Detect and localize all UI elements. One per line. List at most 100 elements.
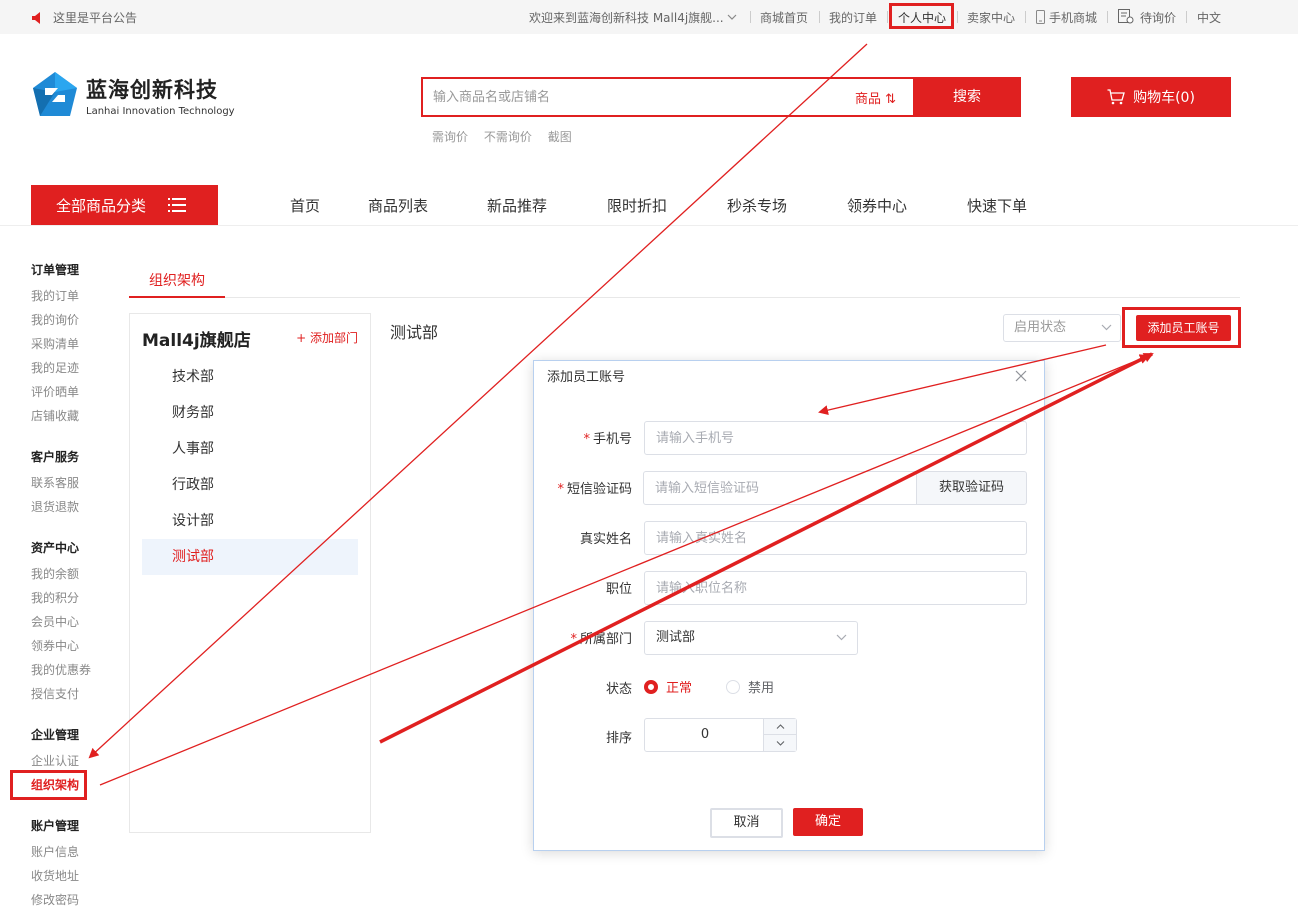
toplink-mobile-mall[interactable]: 手机商城	[1049, 9, 1097, 26]
add-department-button[interactable]: + 添加部门	[296, 329, 358, 346]
phone-input[interactable]	[644, 421, 1027, 455]
cart-icon	[1107, 89, 1125, 105]
position-input[interactable]	[644, 571, 1027, 605]
search-input[interactable]	[423, 79, 843, 115]
close-icon[interactable]	[1014, 369, 1028, 383]
toplink-language[interactable]: 中文	[1197, 9, 1221, 26]
sidebar-item-reviews[interactable]: 评价晒单	[31, 383, 79, 400]
brand-name-cn: 蓝海创新科技	[86, 77, 218, 102]
toplink-mall-home[interactable]: 商城首页	[760, 9, 808, 26]
department-panel: Mall4j旗舰店 + 添加部门 技术部 财务部 人事部 行政部 设计部 测试部	[129, 313, 371, 833]
nav-limited-discount[interactable]: 限时折扣	[607, 195, 667, 216]
divider	[0, 225, 1298, 226]
department-select-value: 测试部	[656, 630, 696, 645]
sidebar-item-points[interactable]: 我的积分	[31, 589, 79, 606]
page-root: 这里是平台公告 欢迎来到蓝海创新科技 Mall4j旗舰... 商城首页 我的订单…	[0, 0, 1298, 911]
cart-button[interactable]: 购物车(0)	[1071, 77, 1231, 117]
tab-org-structure[interactable]: 组织架构	[149, 270, 205, 290]
hot-word[interactable]: 需询价	[432, 130, 468, 144]
status-label: 状态	[605, 682, 632, 697]
sidebar-item-coupon-center[interactable]: 领券中心	[31, 637, 79, 654]
nav-home[interactable]: 首页	[290, 195, 320, 216]
cancel-button[interactable]: 取消	[710, 808, 783, 838]
tab-underline	[129, 296, 225, 298]
toplink-pending-inquiry[interactable]: 待询价	[1140, 9, 1176, 26]
toplink-my-orders[interactable]: 我的订单	[829, 9, 877, 26]
radio-checked-icon	[644, 679, 658, 694]
sidebar-item-account-info[interactable]: 账户信息	[31, 843, 79, 860]
all-categories-button[interactable]: 全部商品分类	[31, 185, 218, 225]
sidebar-item-returns[interactable]: 退货退款	[31, 498, 79, 515]
sidebar-item-contact-service[interactable]: 联系客服	[31, 474, 79, 491]
sidebar-item-change-password[interactable]: 修改密码	[31, 891, 79, 908]
department-item[interactable]: 设计部	[142, 503, 358, 539]
sort-stepper[interactable]: 0	[644, 718, 797, 752]
confirm-button[interactable]: 确定	[793, 808, 863, 836]
store-name: Mall4j旗舰店	[142, 331, 251, 351]
sidebar-item-balance[interactable]: 我的余额	[31, 565, 79, 582]
sidebar-item-addresses[interactable]: 收货地址	[31, 867, 79, 884]
annotation-box-personal-center	[889, 3, 954, 29]
nav-product-list[interactable]: 商品列表	[368, 195, 428, 216]
nav-new-products[interactable]: 新品推荐	[487, 195, 547, 216]
department-item[interactable]: 技术部	[142, 359, 358, 395]
sidebar-item-membership[interactable]: 会员中心	[31, 613, 79, 630]
department-item[interactable]: 人事部	[142, 431, 358, 467]
nav-quick-order[interactable]: 快速下单	[967, 195, 1027, 216]
search-bar: 商品 ⇅ 搜索	[421, 77, 1021, 117]
search-button[interactable]: 搜索	[913, 77, 1021, 117]
sidebar-item-credit-pay[interactable]: 授信支付	[31, 685, 79, 702]
real-name-input[interactable]	[644, 521, 1027, 555]
sidebar-item-my-orders[interactable]: 我的订单	[31, 287, 79, 304]
sort-label: 排序	[605, 731, 632, 746]
sidebar-group-assets: 资产中心	[31, 541, 80, 555]
sort-value[interactable]: 0	[645, 719, 765, 751]
all-categories-label: 全部商品分类	[56, 196, 147, 215]
annotation-box-org-structure	[10, 770, 87, 800]
top-bar: 这里是平台公告 欢迎来到蓝海创新科技 Mall4j旗舰... 商城首页 我的订单…	[0, 0, 1298, 34]
increment-button[interactable]	[763, 719, 796, 735]
toplink-seller-center[interactable]: 卖家中心	[967, 9, 1015, 26]
sidebar-item-my-inquiries[interactable]: 我的询价	[31, 311, 79, 328]
department-select[interactable]: 测试部	[644, 621, 858, 655]
sidebar-item-enterprise-cert[interactable]: 企业认证	[31, 752, 79, 769]
add-employee-dialog: 添加员工账号 *手机号 *短信验证码 获取验证码 真实姓名 职位 *所属部门 测…	[533, 360, 1045, 851]
annotation-box-add-employee	[1122, 307, 1241, 348]
status-radio-disabled[interactable]: 禁用	[726, 677, 774, 696]
department-item[interactable]: 行政部	[142, 467, 358, 503]
get-code-button[interactable]: 获取验证码	[916, 471, 1027, 505]
sms-code-label: * 短信验证码	[557, 482, 632, 497]
sms-code-input[interactable]	[643, 471, 917, 505]
chevron-down-icon	[836, 634, 847, 641]
menu-icon	[168, 198, 187, 212]
department-item-selected[interactable]: 测试部	[142, 539, 358, 575]
sidebar-item-store-favorites[interactable]: 店铺收藏	[31, 407, 79, 424]
nav-flash-sale[interactable]: 秒杀专场	[727, 195, 787, 216]
decrement-button[interactable]	[763, 735, 796, 751]
real-name-label: 真实姓名	[579, 532, 632, 547]
status-radio-normal[interactable]: 正常	[644, 677, 692, 696]
search-type-toggle[interactable]: 商品 ⇅	[855, 88, 896, 107]
chevron-down-icon	[776, 740, 784, 746]
sidebar-item-my-coupons[interactable]: 我的优惠券	[31, 661, 91, 678]
divider	[129, 297, 1240, 298]
sidebar-item-purchase-list[interactable]: 采购清单	[31, 335, 79, 352]
inquiry-icon	[1118, 9, 1134, 24]
brand-logo[interactable]: 蓝海创新科技 Lanhai Innovation Technology	[30, 70, 235, 120]
position-label: 职位	[605, 582, 632, 597]
cart-label: 购物车(0)	[1133, 90, 1195, 106]
sidebar-item-footprints[interactable]: 我的足迹	[31, 359, 79, 376]
hot-word[interactable]: 不需询价	[484, 130, 532, 144]
nav-coupon-center[interactable]: 领券中心	[847, 195, 907, 216]
department-item[interactable]: 财务部	[142, 395, 358, 431]
dialog-title: 添加员工账号	[547, 370, 626, 385]
status-filter-placeholder: 启用状态	[1014, 320, 1067, 335]
hot-word[interactable]: 截图	[548, 130, 572, 144]
chevron-up-icon	[776, 724, 784, 729]
status-normal-label: 正常	[666, 681, 693, 696]
status-filter-select[interactable]: 启用状态	[1003, 314, 1121, 342]
main-nav: 全部商品分类 首页 商品列表 新品推荐 限时折扣 秒杀专场 领券中心 快速下单	[0, 185, 1298, 225]
hot-words: 需询价 不需询价 截图	[432, 128, 584, 145]
department-label: * 所属部门	[570, 632, 632, 647]
sidebar-group-orders: 订单管理	[31, 263, 80, 277]
